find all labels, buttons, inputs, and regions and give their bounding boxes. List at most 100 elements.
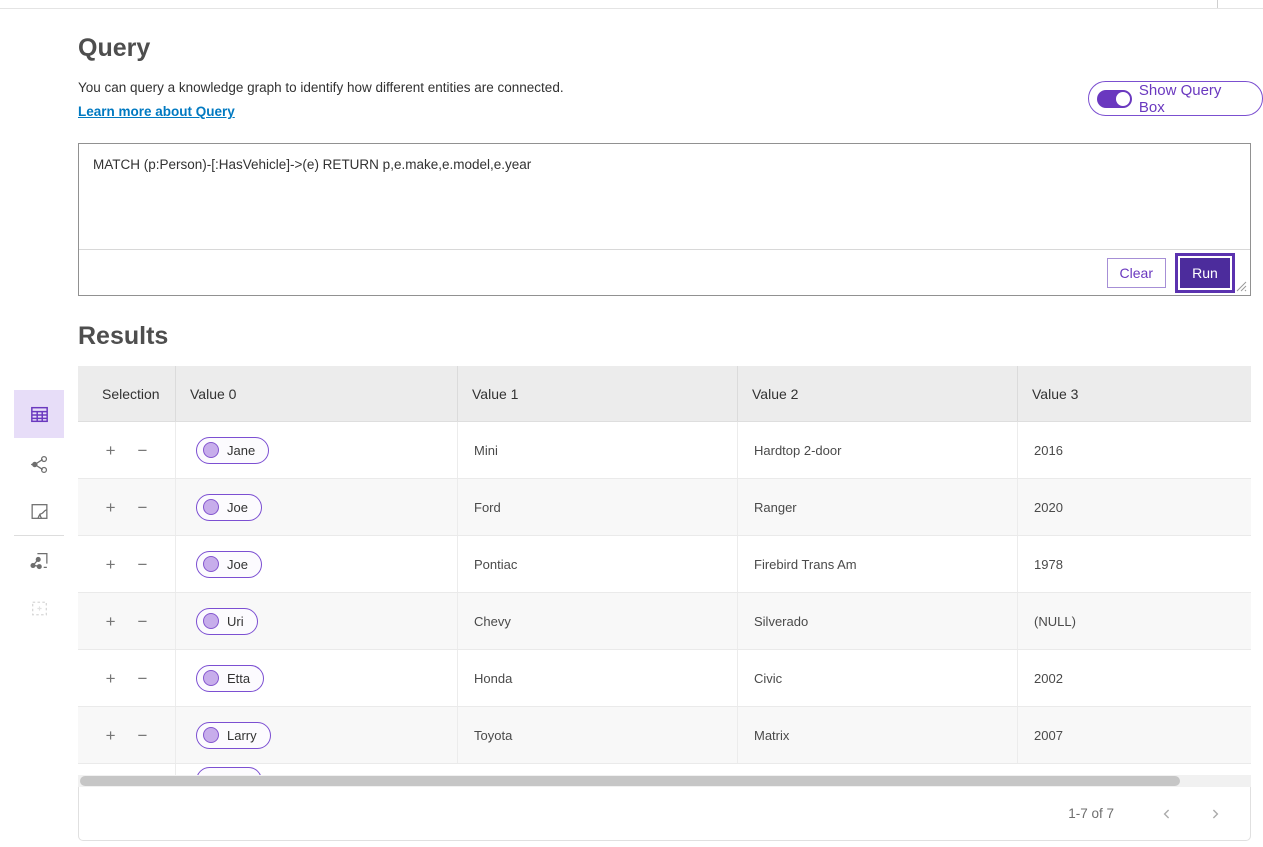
dashed-square-icon <box>29 598 50 619</box>
selection-cell: + − <box>78 422 176 478</box>
selection-cell: + − <box>78 593 176 649</box>
link-chart-icon <box>29 454 50 475</box>
expand-row-button[interactable]: + <box>104 440 118 461</box>
entity-pill-label: Uri <box>227 614 244 629</box>
panel-edge-tick <box>1217 0 1218 8</box>
value1-cell: Chevy <box>458 593 738 649</box>
column-header-value0: Value 0 <box>176 366 458 421</box>
sidebar-item-table-view[interactable] <box>14 390 64 438</box>
query-input[interactable]: MATCH (p:Person)-[:HasVehicle]->(e) RETU… <box>79 144 1250 250</box>
pagination-range-label: 1-7 of 7 <box>1068 806 1114 821</box>
value2-cell: Firebird Trans Am <box>738 536 1018 592</box>
collapse-row-button[interactable]: − <box>136 440 150 461</box>
entity-pill[interactable]: Joe <box>196 551 262 578</box>
entity-pill[interactable]: Etta <box>196 665 264 692</box>
column-header-value1: Value 1 <box>458 366 738 421</box>
collapse-row-button[interactable]: − <box>136 668 150 689</box>
entity-pill-label: Jane <box>227 443 255 458</box>
table-row: + − Etta Honda Civic 2002 <box>78 650 1251 707</box>
table-row: + − Joe Ford Ranger 2020 <box>78 479 1251 536</box>
table-row: + − Uri Chevy Silverado (NULL) <box>78 593 1251 650</box>
value3-cell: 2016 <box>1018 422 1251 478</box>
horizontal-scrollbar[interactable] <box>78 775 1251 787</box>
sidebar-item-map-link-chart-view[interactable] <box>14 536 64 584</box>
entity-dot-icon <box>203 442 219 458</box>
query-panel: MATCH (p:Person)-[:HasVehicle]->(e) RETU… <box>78 143 1251 296</box>
column-header-value2: Value 2 <box>738 366 1018 421</box>
column-header-value3: Value 3 <box>1018 366 1251 421</box>
entity-pill[interactable]: Jane <box>196 437 269 464</box>
resize-handle-icon[interactable] <box>1236 281 1247 292</box>
chevron-right-icon <box>1208 807 1222 821</box>
selection-cell: + − <box>78 479 176 535</box>
map-link-chart-icon <box>29 550 50 571</box>
selection-cell: + − <box>78 707 176 763</box>
table-row: + − Joe Pontiac Firebird Trans Am 1978 <box>78 536 1251 593</box>
value2-cell: Hardtop 2-door <box>738 422 1018 478</box>
learn-more-link[interactable]: Learn more about Query <box>78 104 235 119</box>
chevron-left-icon <box>1160 807 1174 821</box>
entity-cell: Joe <box>176 536 458 592</box>
table-row: + − Jane Mini Hardtop 2-door 2016 <box>78 422 1251 479</box>
top-divider <box>0 8 1263 9</box>
table-icon <box>29 404 50 425</box>
entity-pill[interactable]: Joe <box>196 494 262 521</box>
entity-cell: Etta <box>176 650 458 706</box>
entity-cell: Jane <box>176 422 458 478</box>
entity-pill[interactable]: Larry <box>196 722 271 749</box>
entity-pill-label: Joe <box>227 557 248 572</box>
selection-cell: + − <box>78 650 176 706</box>
map-icon <box>29 501 50 522</box>
value3-cell: 2020 <box>1018 479 1251 535</box>
value3-cell: 2007 <box>1018 707 1251 763</box>
value1-cell: Mini <box>458 422 738 478</box>
entity-dot-icon <box>203 727 219 743</box>
collapse-row-button[interactable]: − <box>136 725 150 746</box>
entity-pill-label: Larry <box>227 728 257 743</box>
page-title: Query <box>78 34 150 63</box>
results-title: Results <box>78 322 168 351</box>
table-row: + − Larry Toyota Matrix 2007 <box>78 707 1251 764</box>
value1-cell: Pontiac <box>458 536 738 592</box>
value2-cell: Silverado <box>738 593 1018 649</box>
collapse-row-button[interactable]: − <box>136 611 150 632</box>
previous-page-button[interactable] <box>1154 801 1180 827</box>
value1-cell: Ford <box>458 479 738 535</box>
sidebar-item-link-chart-view[interactable] <box>14 440 64 488</box>
expand-row-button[interactable]: + <box>104 611 118 632</box>
entity-dot-icon <box>203 556 219 572</box>
selection-cell: + − <box>78 536 176 592</box>
expand-row-button[interactable]: + <box>104 554 118 575</box>
toggle-switch-icon[interactable] <box>1097 90 1132 108</box>
results-table: Selection Value 0 Value 1 Value 2 Value … <box>78 366 1251 776</box>
value2-cell: Matrix <box>738 707 1018 763</box>
expand-row-button[interactable]: + <box>104 497 118 518</box>
column-header-selection: Selection <box>78 366 176 421</box>
entity-dot-icon <box>203 613 219 629</box>
query-actions: Clear Run <box>79 250 1250 295</box>
pagination-footer: 1-7 of 7 <box>78 787 1251 841</box>
collapse-row-button[interactable]: − <box>136 497 150 518</box>
value2-cell: Ranger <box>738 479 1018 535</box>
entity-cell: Joe <box>176 479 458 535</box>
next-page-button[interactable] <box>1202 801 1228 827</box>
collapse-row-button[interactable]: − <box>136 554 150 575</box>
entity-dot-icon <box>203 499 219 515</box>
value1-cell: Toyota <box>458 707 738 763</box>
value3-cell: 2002 <box>1018 650 1251 706</box>
show-query-box-toggle[interactable]: Show Query Box <box>1088 81 1263 116</box>
expand-row-button[interactable]: + <box>104 668 118 689</box>
entity-pill-label: Etta <box>227 671 250 686</box>
clear-button[interactable]: Clear <box>1107 258 1166 288</box>
expand-row-button[interactable]: + <box>104 725 118 746</box>
value3-cell: (NULL) <box>1018 593 1251 649</box>
scrollbar-thumb[interactable] <box>80 776 1180 786</box>
table-header-row: Selection Value 0 Value 1 Value 2 Value … <box>78 366 1251 422</box>
sidebar-item-new-view <box>14 584 64 632</box>
query-page: Query You can query a knowledge graph to… <box>0 0 1263 847</box>
sidebar-item-map-view[interactable] <box>14 487 64 535</box>
entity-pill[interactable]: Uri <box>196 608 258 635</box>
run-button[interactable]: Run <box>1180 258 1230 288</box>
page-description: You can query a knowledge graph to ident… <box>78 80 564 95</box>
entity-cell: Larry <box>176 707 458 763</box>
